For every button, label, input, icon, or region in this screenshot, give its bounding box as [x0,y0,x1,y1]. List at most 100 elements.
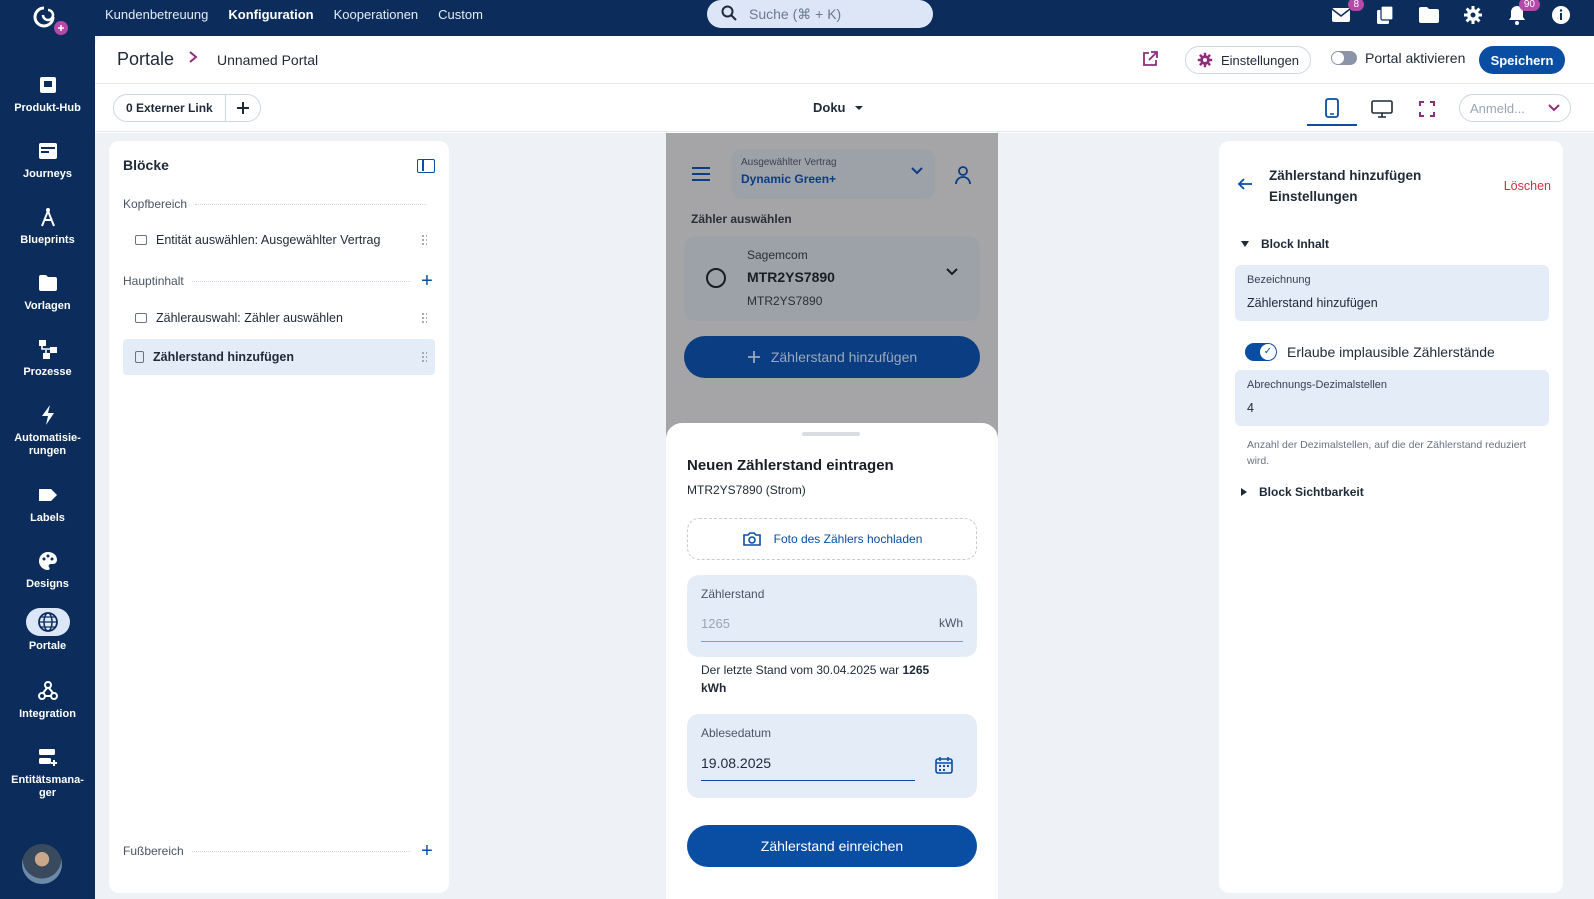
chevron-down-icon [946,268,958,276]
add-block-button[interactable]: + [419,271,435,291]
reading-field[interactable]: Zählerstand 1265 kWh [687,575,977,657]
calendar-icon[interactable] [935,756,953,774]
meter-select[interactable]: Sagemcom MTR2YS7890 MTR2YS7890 [684,236,980,321]
section-kopfbereich: Kopfbereich [123,197,435,211]
contract-select-label: Ausgewählter Vertrag [741,157,837,168]
sheet-subtitle: MTR2YS7890 (Strom) [687,483,806,497]
hamburger-menu-icon[interactable] [692,167,710,181]
fullscreen-button[interactable] [1407,92,1447,126]
sidebar-item-entitaetsmanager[interactable]: Entitätsmana- ger [0,746,95,800]
sidebar-item-integration[interactable]: Integration [0,680,95,721]
toggle-switch[interactable] [1331,51,1357,65]
sidebar-item-labels[interactable]: Labels [0,484,95,525]
avatar[interactable] [22,844,62,884]
bell-icon[interactable]: 90 [1504,0,1540,28]
divider [191,280,411,282]
name-field[interactable]: Bezeichnung Zählerstand hinzufügen [1235,265,1549,321]
sidebar-toggle-icon[interactable] [417,159,435,173]
divider [195,203,427,205]
search-input[interactable]: Suche (⌘ + K) [707,0,933,28]
drag-handle-icon[interactable] [421,234,427,246]
accordion-block-inhalt[interactable]: Block Inhalt [1241,237,1329,251]
upload-photo-button[interactable]: Foto des Zählers hochladen [687,518,977,560]
document-icon [135,351,144,363]
reading-field-label: Zählerstand [701,587,765,601]
top-bar: Kundenbetreuung Konfiguration Kooperatio… [0,0,1594,36]
sidebar-item-label: Integration [19,708,76,720]
sidebar-item-portale[interactable]: Portale [0,608,95,653]
nav-konfiguration[interactable]: Konfiguration [228,7,313,22]
tab-mobile[interactable] [1307,92,1357,126]
section-label: Fußbereich [123,844,184,858]
name-input[interactable]: Zählerstand hinzufügen [1247,296,1378,310]
main-sidebar: Produkt-Hub Journeys Blueprints Vorlagen… [0,36,95,899]
external-link-icon[interactable] [1141,50,1161,70]
drag-handle-icon[interactable] [421,312,427,324]
section-hauptinhalt: Hauptinhalt + [123,271,435,291]
upload-photo-label: Foto des Zählers hochladen [773,532,923,546]
add-external-link-button[interactable] [226,95,260,121]
date-input[interactable]: 19.08.2025 [701,755,771,771]
sidebar-item-produkt-hub[interactable]: Produkt-Hub [0,74,95,115]
nav-custom[interactable]: Custom [438,7,483,22]
add-block-button[interactable]: + [419,841,435,861]
accordion-label: Block Sichtbarkeit [1259,485,1364,499]
app-logo-icon[interactable] [28,4,68,38]
block-item[interactable]: Zählerauswahl: Zähler auswählen [123,300,435,336]
section-label: Hauptinhalt [123,274,184,288]
toggle-switch[interactable] [1245,343,1277,361]
implausible-readings-toggle[interactable]: Erlaube implausible Zählerstände [1245,343,1495,361]
camera-icon [742,532,761,546]
sidebar-item-prozesse[interactable]: Prozesse [0,338,95,379]
sidebar-item-label: Labels [30,512,65,524]
block-icon [135,313,147,323]
preview-overlay-area: Ausgewählter Vertrag Dynamic Green+ Zähl… [666,133,998,423]
mobile-preview: Ausgewählter Vertrag Dynamic Green+ Zähl… [666,133,998,899]
folder-icon[interactable] [1416,2,1442,28]
contract-select[interactable]: Ausgewählter Vertrag Dynamic Green+ [731,149,935,199]
sidebar-item-blueprints[interactable]: Blueprints [0,206,95,247]
sidebar-item-vorlagen[interactable]: Vorlagen [0,272,95,313]
block-item[interactable]: Entität auswählen: Ausgewählter Vertrag [123,222,435,258]
save-button[interactable]: Speichern [1479,46,1565,74]
page-select[interactable]: Doku [813,100,864,115]
settings-button[interactable]: Einstellungen [1185,46,1311,74]
delete-button[interactable]: Löschen [1504,179,1551,193]
block-item-selected[interactable]: Zählerstand hinzufügen [123,339,435,375]
last-reading-prefix: Der letzte Stand vom 30.04.2025 war [701,663,900,677]
sidebar-item-designs[interactable]: Designs [0,550,95,591]
meter-id-sub: MTR2YS7890 [747,294,823,308]
info-icon[interactable] [1548,2,1574,28]
nav-kooperationen[interactable]: Kooperationen [334,7,419,22]
documents-icon[interactable] [1372,2,1398,28]
submit-reading-button[interactable]: Zählerstand einreichen [687,825,977,867]
sidebar-item-label: Prozesse [23,366,72,378]
sidebar-item-label: Designs [26,578,69,590]
gear-icon[interactable] [1460,2,1486,28]
sidebar-active-pill [25,608,70,636]
search-placeholder: Suche (⌘ + K) [749,5,842,22]
mail-icon[interactable]: 8 [1328,0,1364,28]
user-icon[interactable] [954,165,972,185]
login-state-select[interactable]: Anmeld... [1459,94,1571,122]
sidebar-item-journeys[interactable]: Journeys [0,140,95,181]
decimals-input[interactable]: 4 [1247,401,1254,415]
reading-input[interactable]: 1265 [701,616,730,631]
arrow-left-icon[interactable] [1237,177,1253,191]
decimals-field[interactable]: Abrechnungs-Dezimalstellen 4 [1235,370,1549,426]
drag-handle-icon[interactable] [421,351,427,363]
sheet-handle[interactable] [802,432,860,436]
chevron-down-icon [911,167,923,175]
add-reading-button[interactable]: Zählerstand hinzufügen [684,336,980,378]
top-nav: Kundenbetreuung Konfiguration Kooperatio… [105,0,483,28]
nav-kundenbetreuung[interactable]: Kundenbetreuung [105,7,208,22]
sidebar-item-label: Automatisie- rungen [14,432,81,457]
external-links-button[interactable]: 0 Externer Link [114,95,226,121]
portal-activate-toggle[interactable]: Portal aktivieren [1331,50,1465,66]
date-field[interactable]: Ablesedatum 19.08.2025 [687,714,977,798]
tab-desktop[interactable] [1357,92,1407,126]
sidebar-item-automatisierungen[interactable]: Automatisie- rungen [0,404,95,458]
accordion-block-sichtbarkeit[interactable]: Block Sichtbarkeit [1241,485,1364,499]
lightning-icon [41,405,54,425]
breadcrumb-root[interactable]: Portale [117,49,174,70]
